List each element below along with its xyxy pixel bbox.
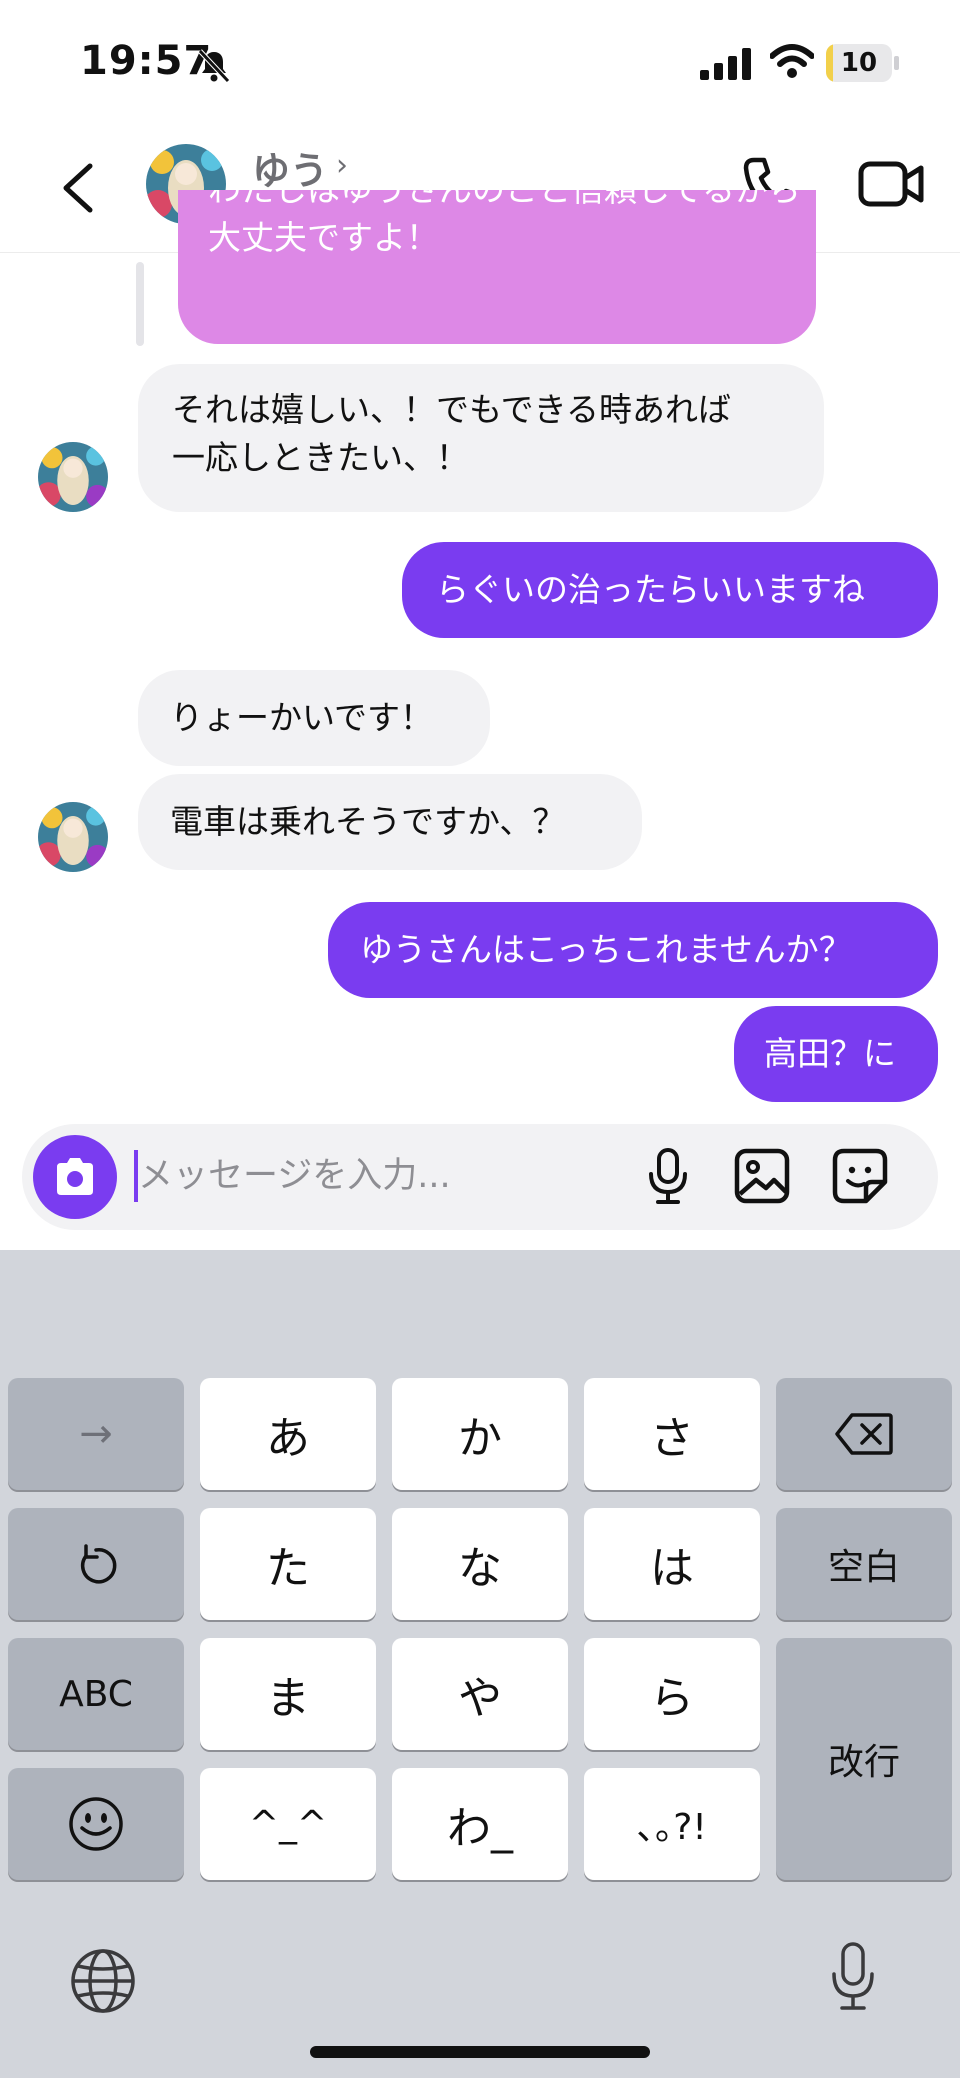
message-input[interactable] (138, 1146, 638, 1206)
key-next-arrow[interactable]: → (8, 1378, 184, 1490)
sender-avatar[interactable] (38, 442, 108, 512)
message-text: それは嬉しい、！でもできる時あれば (172, 390, 732, 429)
key-a[interactable]: あ (200, 1378, 376, 1490)
key-ma[interactable]: ま (200, 1638, 376, 1750)
status-time: 19:57 (80, 38, 213, 84)
key-ra[interactable]: ら (584, 1638, 760, 1750)
key-emoji[interactable] (8, 1768, 184, 1880)
message-incoming[interactable]: 電車は乗れそうですか、？ (138, 774, 642, 870)
battery-tip (894, 56, 899, 70)
key-na[interactable]: な (392, 1508, 568, 1620)
emoji-icon (69, 1797, 123, 1851)
message-text: 一応しときたい、！ (172, 438, 469, 477)
key-ta[interactable]: た (200, 1508, 376, 1620)
video-icon[interactable] (858, 156, 924, 212)
message-text: 電車は乗れそうですか、？ (170, 802, 566, 841)
backspace-icon (835, 1413, 893, 1455)
camera-icon (57, 1158, 93, 1195)
message-outgoing-quoted[interactable]: わたしはゆうさんのこと信頼してるから 大丈夫ですよ！ (178, 190, 816, 344)
message-incoming[interactable]: それは嬉しい、！でもできる時あれば 一応しときたい、！ (138, 364, 824, 512)
message-text: わたしはゆうさんのこと信頼してるから (208, 190, 801, 214)
message-outgoing[interactable]: ゆうさんはこっちこれませんか？ (328, 902, 938, 998)
key-undo[interactable] (8, 1508, 184, 1620)
microphone-icon[interactable] (646, 1148, 690, 1206)
sender-avatar[interactable] (38, 802, 108, 872)
key-wa[interactable]: わ_ (392, 1768, 568, 1880)
key-ka[interactable]: か (392, 1378, 568, 1490)
message-text: らぐいの治ったらいいますね (436, 570, 865, 609)
home-indicator[interactable] (310, 2046, 650, 2058)
signal-icon (700, 48, 751, 80)
key-ya[interactable]: や (392, 1638, 568, 1750)
key-punctuation[interactable]: ､｡?! (584, 1768, 760, 1880)
wifi-icon (770, 44, 814, 78)
message-text: りょーかいです！ (170, 698, 434, 737)
message-text: 大丈夫ですよ！ (208, 218, 439, 257)
back-icon[interactable] (58, 162, 98, 214)
message-outgoing[interactable]: らぐいの治ったらいいますね (402, 542, 938, 638)
key-ha[interactable]: は (584, 1508, 760, 1620)
reply-quote-bar (136, 262, 144, 346)
camera-button[interactable] (33, 1135, 117, 1219)
battery-indicator: 10 (826, 44, 892, 82)
message-incoming[interactable]: りょーかいです！ (138, 670, 490, 766)
key-space[interactable]: 空白 (776, 1508, 952, 1620)
dictation-icon[interactable] (828, 1942, 878, 2012)
key-enter[interactable]: 改行 (776, 1638, 952, 1880)
gallery-icon[interactable] (734, 1148, 790, 1204)
key-backspace[interactable] (776, 1378, 952, 1490)
key-sa[interactable]: さ (584, 1378, 760, 1490)
message-text: ゆうさんはこっちこれませんか？ (360, 930, 852, 969)
contact-name[interactable]: ゆう (252, 140, 328, 195)
undo-icon (80, 1544, 117, 1584)
silent-bell-icon (198, 49, 230, 83)
globe-icon[interactable] (70, 1948, 136, 2014)
message-outgoing[interactable]: 高田？に (734, 1006, 938, 1102)
key-kaomoji[interactable]: ^_^ (200, 1768, 376, 1880)
message-text: 高田？に (764, 1034, 896, 1073)
profile-chevron-icon[interactable]: › (336, 148, 348, 183)
key-abc[interactable]: ABC (8, 1638, 184, 1750)
battery-text: 10 (840, 48, 878, 78)
sticker-icon[interactable] (832, 1148, 888, 1204)
